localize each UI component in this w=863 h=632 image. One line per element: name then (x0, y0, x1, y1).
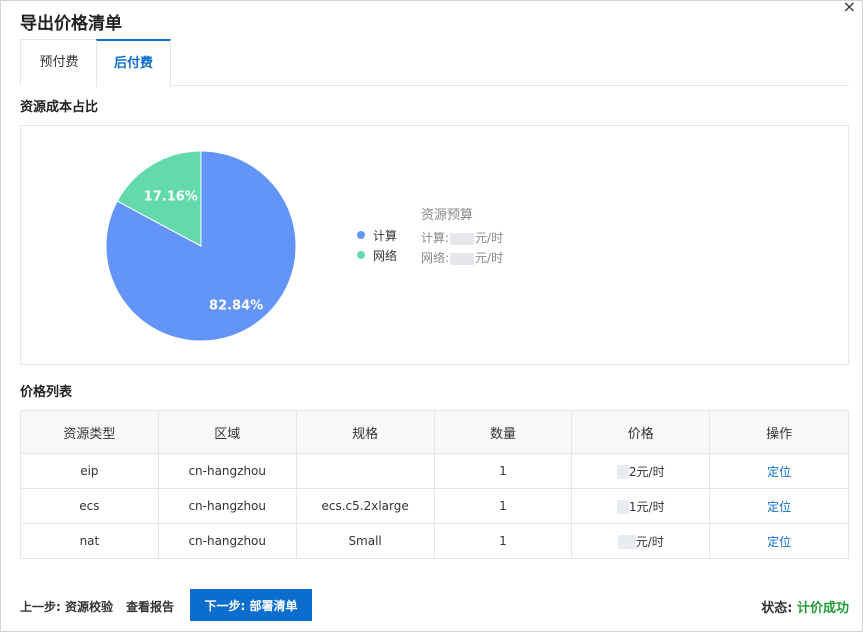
cell-price: 2元/时 (571, 453, 711, 489)
billing-tabs: 预付费 后付费 (20, 39, 849, 87)
dialog-title: 导出价格清单 (20, 14, 122, 34)
table-row: eip cn-hangzhou 1 2元/时 定位 (20, 453, 849, 489)
pie-chart: 82.84% 17.16% (105, 150, 297, 342)
cell-price: 1元/时 (571, 488, 711, 524)
blurred-value (450, 232, 475, 245)
cell-type: eip (20, 453, 159, 489)
chart-legend: 计算 网络 (357, 225, 397, 265)
col-region: 区域 (157, 410, 297, 454)
locate-link[interactable]: 定位 (767, 500, 791, 514)
cell-type: nat (20, 523, 159, 559)
status-label: 状态: (761, 601, 793, 616)
table-row: nat cn-hangzhou Small 1 元/时 定位 (20, 523, 849, 559)
price-table: 资源类型 区域 规格 数量 价格 操作 eip cn-hangzhou 1 2元… (20, 410, 849, 559)
pie-label-network: 17.16% (144, 189, 198, 204)
legend-label-compute: 计算 (373, 228, 398, 243)
price-text: 元/时 (635, 534, 664, 549)
table-header-row: 资源类型 区域 规格 数量 价格 操作 (20, 410, 849, 454)
col-resource-type: 资源类型 (20, 410, 159, 454)
budget-network: 网络: 元/时 (421, 248, 503, 268)
budget-network-unit: 元/时 (475, 251, 504, 265)
price-text: 1元/时 (628, 499, 665, 514)
cell-qty: 1 (433, 453, 573, 489)
col-price: 价格 (571, 410, 711, 454)
close-icon[interactable]: × (843, 0, 856, 15)
legend-dot-compute (357, 231, 365, 239)
budget-network-label: 网络: (421, 251, 450, 265)
cell-type: ecs (20, 488, 159, 524)
export-price-list-dialog: × 导出价格清单 预付费 后付费 资源成本占比 82.84% 17.16% 计算 … (0, 0, 863, 632)
cell-action: 定位 (709, 523, 849, 559)
budget-title: 资源预算 (421, 208, 474, 223)
dialog-footer: 上一步: 资源校验 查看报告 下一步: 部署清单 状态: 计价成功 (20, 589, 849, 621)
pie-label-compute: 82.84% (209, 299, 263, 314)
budget-compute-unit: 元/时 (475, 231, 504, 245)
status-indicator: 状态: 计价成功 (761, 597, 849, 616)
cell-region: cn-hangzhou (157, 523, 297, 559)
col-spec: 规格 (295, 410, 435, 454)
locate-link[interactable]: 定位 (767, 465, 791, 479)
cell-spec: ecs.c5.2xlarge (295, 488, 435, 524)
legend-dot-network (357, 251, 365, 259)
tab-postpaid[interactable]: 后付费 (96, 39, 171, 87)
tab-prepaid[interactable]: 预付费 (20, 39, 97, 86)
col-action: 操作 (709, 410, 849, 454)
cost-chart-panel: 82.84% 17.16% 计算 网络 资源预算 计算: 元/时 网络: 元/时 (20, 125, 849, 365)
locate-link[interactable]: 定位 (767, 535, 791, 549)
cell-region: cn-hangzhou (157, 488, 297, 524)
budget-compute-label: 计算: (421, 231, 450, 245)
blurred-value (617, 535, 636, 549)
cell-price: 元/时 (571, 523, 711, 559)
cost-section-title: 资源成本占比 (20, 100, 99, 115)
prev-step-button[interactable]: 上一步: 资源校验 (20, 598, 113, 615)
blurred-value (616, 500, 629, 514)
blurred-value (616, 465, 629, 479)
cell-action: 定位 (709, 453, 849, 489)
cell-qty: 1 (433, 488, 573, 524)
next-step-button[interactable]: 下一步: 部署清单 (190, 589, 312, 621)
cell-region: cn-hangzhou (157, 453, 297, 489)
view-report-button[interactable]: 查看报告 (126, 598, 174, 615)
cell-action: 定位 (709, 488, 849, 524)
cell-qty: 1 (433, 523, 573, 559)
budget-compute: 计算: 元/时 (421, 228, 503, 248)
cell-spec (295, 453, 435, 489)
col-quantity: 数量 (433, 410, 573, 454)
table-row: ecs cn-hangzhou ecs.c5.2xlarge 1 1元/时 定位 (20, 488, 849, 524)
resource-budget: 资源预算 计算: 元/时 网络: 元/时 (421, 204, 503, 268)
legend-label-network: 网络 (373, 248, 398, 263)
status-value: 计价成功 (796, 601, 849, 616)
legend-item-compute[interactable]: 计算 (357, 225, 397, 245)
legend-item-network[interactable]: 网络 (357, 245, 397, 265)
price-section-title: 价格列表 (20, 385, 73, 400)
price-text: 2元/时 (628, 464, 665, 479)
cell-spec: Small (295, 523, 435, 559)
blurred-value (450, 252, 475, 265)
